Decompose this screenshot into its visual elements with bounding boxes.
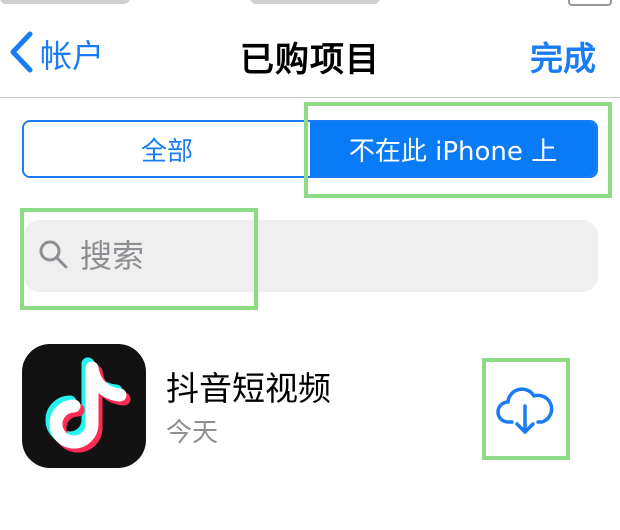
cloud-download-icon <box>494 387 556 444</box>
segment-all[interactable]: 全部 <box>24 122 310 176</box>
app-purchase-date: 今天 <box>166 418 219 448</box>
list-item[interactable]: 抖音短视频 今天 <box>0 340 620 470</box>
tiktok-app-icon <box>22 344 146 468</box>
status-bar-carrier <box>0 0 130 4</box>
search-input[interactable] <box>80 237 560 275</box>
page-title: 已购项目 <box>240 40 380 80</box>
search-bar[interactable] <box>24 220 598 292</box>
navigation-bar: 帐户 已购项目 完成 <box>0 8 620 98</box>
search-icon <box>38 239 68 273</box>
segment-not-on-this-iphone[interactable]: 不在此 iPhone 上 <box>310 122 596 176</box>
battery-icon <box>568 0 612 6</box>
app-name: 抖音短视频 <box>166 369 331 408</box>
status-bar <box>0 0 620 8</box>
cloud-download-button[interactable] <box>494 378 556 440</box>
status-bar-time <box>250 0 380 4</box>
done-button[interactable]: 完成 <box>530 32 596 80</box>
segmented-control: 全部 不在此 iPhone 上 <box>22 120 598 178</box>
